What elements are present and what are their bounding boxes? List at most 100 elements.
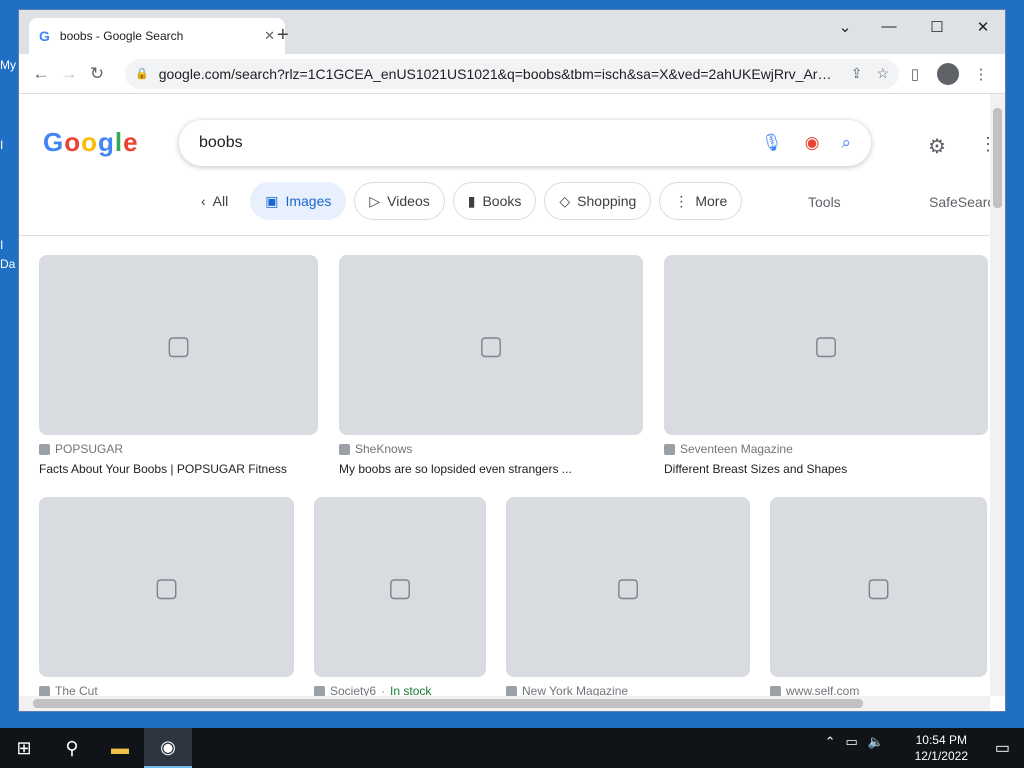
file-explorer-icon[interactable]: ▬ xyxy=(96,728,144,768)
desktop-icon-label[interactable]: I xyxy=(0,238,18,252)
minimize-button[interactable]: — xyxy=(879,18,899,35)
chrome-icon[interactable]: ◉ xyxy=(144,728,192,768)
source-name: Seventeen Magazine xyxy=(680,442,793,456)
horizontal-scrollbar[interactable] xyxy=(19,696,990,711)
scroll-thumb[interactable] xyxy=(993,108,1002,208)
chip-images[interactable]: ▣ Images xyxy=(250,182,347,220)
search-box[interactable]: boobs 🎙 ◉ ⌕ xyxy=(179,120,871,166)
source-name: www.self.com xyxy=(786,684,860,696)
side-panel-icon[interactable]: ▯ xyxy=(899,65,931,83)
result-caption[interactable]: Facts About Your Boobs | POPSUGAR Fitnes… xyxy=(39,462,318,476)
new-tab-button[interactable]: + xyxy=(277,24,289,47)
result-source[interactable]: www.self.com xyxy=(770,684,987,696)
result-source[interactable]: POPSUGAR xyxy=(39,442,318,456)
favicon-icon xyxy=(39,443,50,455)
close-window-button[interactable]: ✕ xyxy=(973,18,993,36)
favicon-icon xyxy=(339,443,350,455)
camera-search-icon[interactable]: ◉ xyxy=(805,133,820,153)
apps-grid-icon[interactable]: ⋮⋮ xyxy=(979,134,990,155)
back-button[interactable]: ← xyxy=(27,64,55,84)
google-doodle-logo[interactable]: Google xyxy=(43,127,139,158)
search-icon[interactable]: ⌕ xyxy=(841,133,851,153)
vertical-scrollbar[interactable] xyxy=(990,94,1005,696)
tab-search-icon[interactable]: ⌄ xyxy=(835,18,855,36)
search-icon[interactable]: ⚲ xyxy=(48,728,96,768)
result-source[interactable]: Society6 · In stock xyxy=(314,684,486,696)
desktop-icon-label[interactable]: I xyxy=(0,138,18,152)
chip-label: Shopping xyxy=(577,193,637,209)
favicon-icon xyxy=(664,443,675,455)
settings-gear-icon[interactable]: ⚙ xyxy=(928,134,946,159)
clock-date: 12/1/2022 xyxy=(914,749,968,763)
image-result[interactable]: ▢ www.self.com xyxy=(770,497,987,696)
url-text: google.com/search?rlz=1C1GCEA_enUS1021US… xyxy=(158,65,837,82)
browser-toolbar: ← → ↻ 🔒 google.com/search?rlz=1C1GCEA_en… xyxy=(19,54,1005,94)
image-result[interactable]: ▢ The Cut xyxy=(39,497,294,696)
chip-label: Images xyxy=(285,193,332,209)
chip-label: All xyxy=(212,193,229,209)
result-caption[interactable]: Different Breast Sizes and Shapes xyxy=(664,462,988,476)
play-icon: ▷ xyxy=(369,192,381,209)
chip-books[interactable]: ▮ Books xyxy=(452,182,537,220)
source-name: POPSUGAR xyxy=(55,442,124,456)
image-placeholder[interactable]: ▢ xyxy=(339,255,643,435)
image-placeholder[interactable]: ▢ xyxy=(39,497,294,677)
tools-button[interactable]: Tools xyxy=(808,194,841,210)
chip-videos[interactable]: ▷ Videos xyxy=(354,182,445,220)
image-result[interactable]: ▢ New York Magazine xyxy=(506,497,750,696)
close-tab-icon[interactable]: ✕ xyxy=(264,28,275,44)
result-source[interactable]: SheKnows xyxy=(339,442,643,456)
image-result[interactable]: ▢ POPSUGAR Facts About Your Boobs | POPS… xyxy=(39,255,318,476)
network-icon[interactable]: ▭ xyxy=(846,734,858,750)
safesearch-button[interactable]: SafeSearch xyxy=(929,194,990,210)
search-input[interactable]: boobs xyxy=(199,134,739,152)
separator: · xyxy=(381,684,386,696)
image-placeholder[interactable]: ▢ xyxy=(39,255,318,435)
desktop-icon-label[interactable]: Da xyxy=(0,257,18,271)
book-icon: ▮ xyxy=(467,192,476,209)
result-caption[interactable]: My boobs are so lopsided even strangers … xyxy=(339,462,643,476)
chip-more[interactable]: ⋮ More xyxy=(659,182,743,220)
result-source[interactable]: Seventeen Magazine xyxy=(664,442,988,456)
image-placeholder[interactable]: ▢ xyxy=(770,497,987,677)
image-placeholder[interactable]: ▢ xyxy=(314,497,486,677)
tab-strip: G boobs - Google Search ✕ + ⌄ — ☐ ✕ xyxy=(19,10,1005,54)
menu-kebab-icon[interactable]: ⋮ xyxy=(965,65,997,83)
profile-avatar[interactable] xyxy=(937,62,959,85)
share-icon[interactable]: ⇪ xyxy=(851,65,863,82)
result-source[interactable]: The Cut xyxy=(39,684,294,696)
reload-button[interactable]: ↻ xyxy=(83,64,111,84)
image-result[interactable]: ▢ Society6 · In stock xyxy=(314,497,486,696)
chip-shopping[interactable]: ◇ Shopping xyxy=(544,182,652,220)
image-placeholder[interactable]: ▢ xyxy=(664,255,988,435)
browser-tab[interactable]: G boobs - Google Search ✕ xyxy=(29,18,285,54)
tag-icon: ◇ xyxy=(559,192,571,209)
chevron-up-icon[interactable]: ⌃ xyxy=(825,734,836,750)
source-name: The Cut xyxy=(55,684,98,696)
chip-label: Videos xyxy=(387,193,430,209)
source-name: Society6 xyxy=(330,684,377,696)
image-result[interactable]: ▢ Seventeen Magazine Different Breast Si… xyxy=(664,255,988,476)
lock-icon[interactable]: 🔒 xyxy=(135,67,149,80)
clock[interactable]: 10:54 PM 12/1/2022 xyxy=(915,732,968,764)
divider xyxy=(19,235,990,236)
desktop-icon-label[interactable]: My xyxy=(0,58,18,72)
image-placeholder[interactable]: ▢ xyxy=(506,497,750,677)
notification-icon[interactable]: ▭ xyxy=(995,738,1010,758)
chip-label: Books xyxy=(482,193,522,209)
google-favicon-icon: G xyxy=(39,28,50,44)
scroll-thumb[interactable] xyxy=(33,699,863,708)
bookmark-star-icon[interactable]: ☆ xyxy=(876,65,889,82)
chip-all[interactable]: ‹ All xyxy=(187,182,242,220)
volume-icon[interactable]: 🔈 xyxy=(868,734,884,750)
windows-start-icon[interactable]: ⊞ xyxy=(0,728,48,768)
image-result[interactable]: ▢ SheKnows My boobs are so lopsided even… xyxy=(339,255,643,476)
address-bar[interactable]: 🔒 google.com/search?rlz=1C1GCEA_enUS1021… xyxy=(125,58,899,89)
favicon-icon xyxy=(770,685,781,696)
forward-button[interactable]: → xyxy=(55,64,83,84)
taskbar: ⊞ ⚲ ▬ ◉ ⌃ ▭ 🔈 10:54 PM 12/1/2022 ▭ xyxy=(0,728,1024,768)
stock-status: In stock xyxy=(390,684,432,696)
result-source[interactable]: New York Magazine xyxy=(506,684,750,696)
maximize-button[interactable]: ☐ xyxy=(927,18,947,36)
microphone-icon[interactable]: 🎙 xyxy=(761,133,783,153)
